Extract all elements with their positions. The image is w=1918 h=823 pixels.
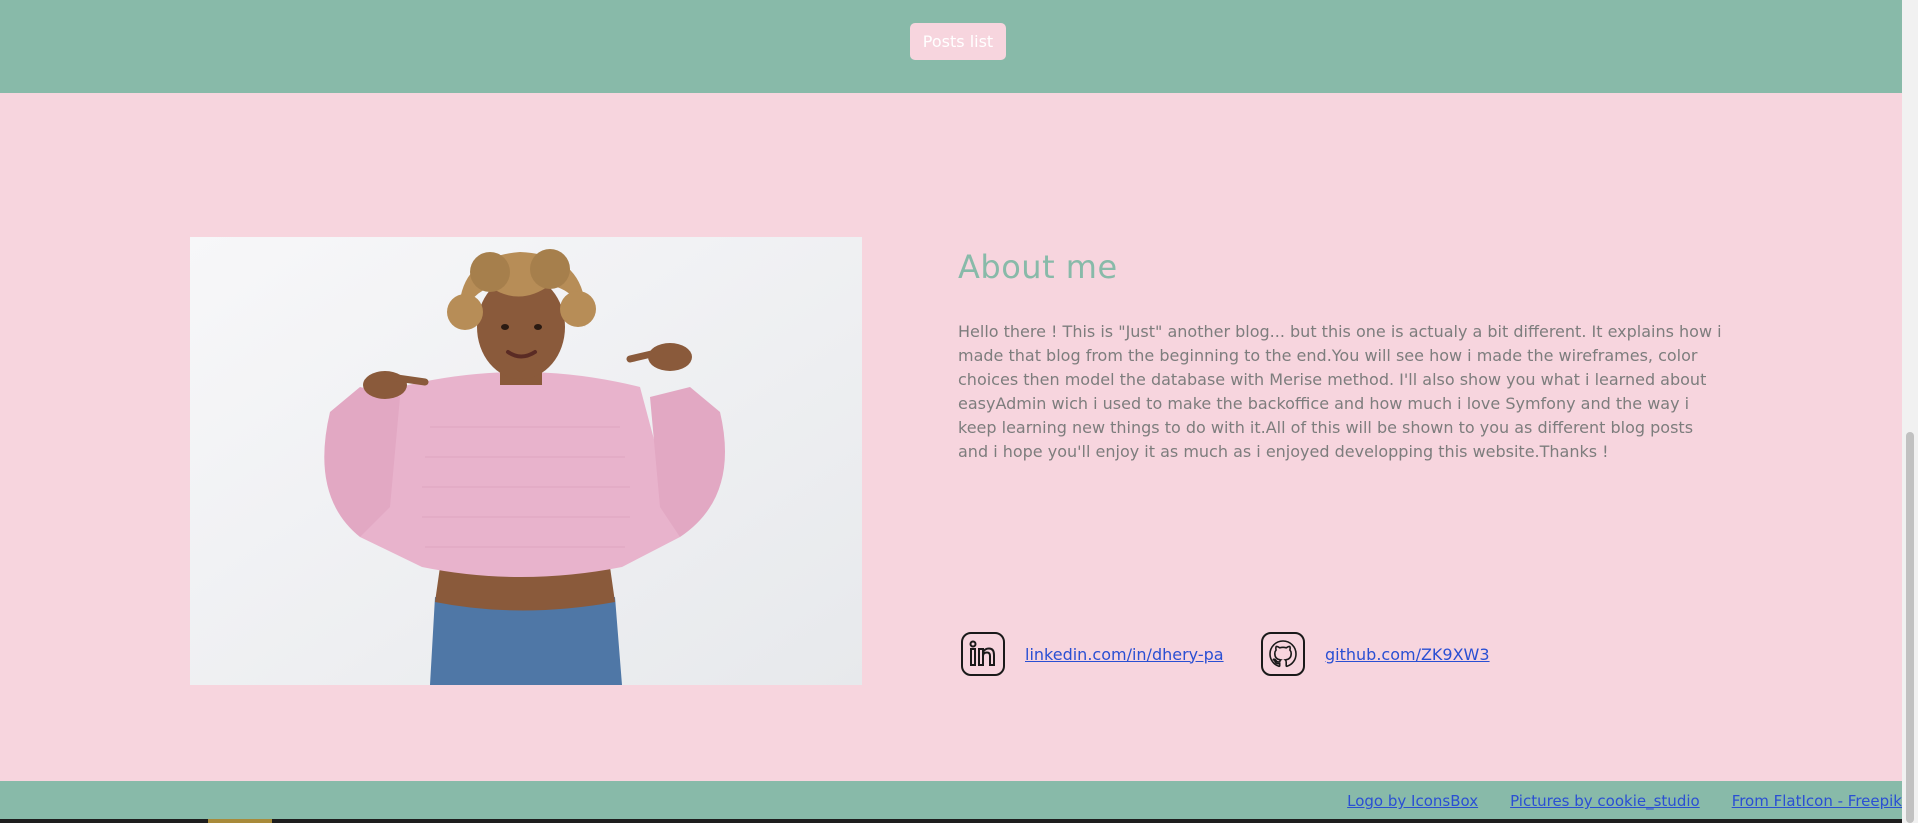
about-title: About me [958, 248, 1118, 286]
top-header: Posts list [0, 0, 1902, 93]
footer-link-cookie-studio[interactable]: Pictures by cookie_studio [1510, 792, 1700, 810]
linkedin-social: linkedin.com/in/dhery-pa [961, 632, 1224, 676]
posts-list-button[interactable]: Posts list [910, 23, 1006, 60]
about-description: Hello there ! This is "Just" another blo… [958, 322, 1722, 461]
linkedin-icon[interactable] [961, 632, 1005, 676]
github-icon[interactable] [1261, 632, 1305, 676]
footer-link-iconsbox[interactable]: Logo by IconsBox [1347, 792, 1478, 810]
taskbar-tab[interactable] [208, 819, 272, 823]
footer-link-flaticon[interactable]: From FlatIcon - Freepik [1732, 792, 1902, 810]
github-social: github.com/ZK9XW3 [1261, 632, 1490, 676]
linkedin-link[interactable]: linkedin.com/in/dhery-pa [1025, 645, 1224, 664]
footer: Logo by IconsBox Pictures by cookie_stud… [0, 781, 1902, 823]
woman-pointing-image [190, 237, 862, 685]
profile-photo [190, 237, 862, 685]
taskbar-strip [0, 819, 1902, 823]
footer-credits: Logo by IconsBox Pictures by cookie_stud… [1347, 792, 1902, 810]
scrollbar-thumb[interactable] [1906, 432, 1914, 823]
vertical-scrollbar[interactable] [1902, 0, 1918, 823]
github-link[interactable]: github.com/ZK9XW3 [1325, 645, 1490, 664]
